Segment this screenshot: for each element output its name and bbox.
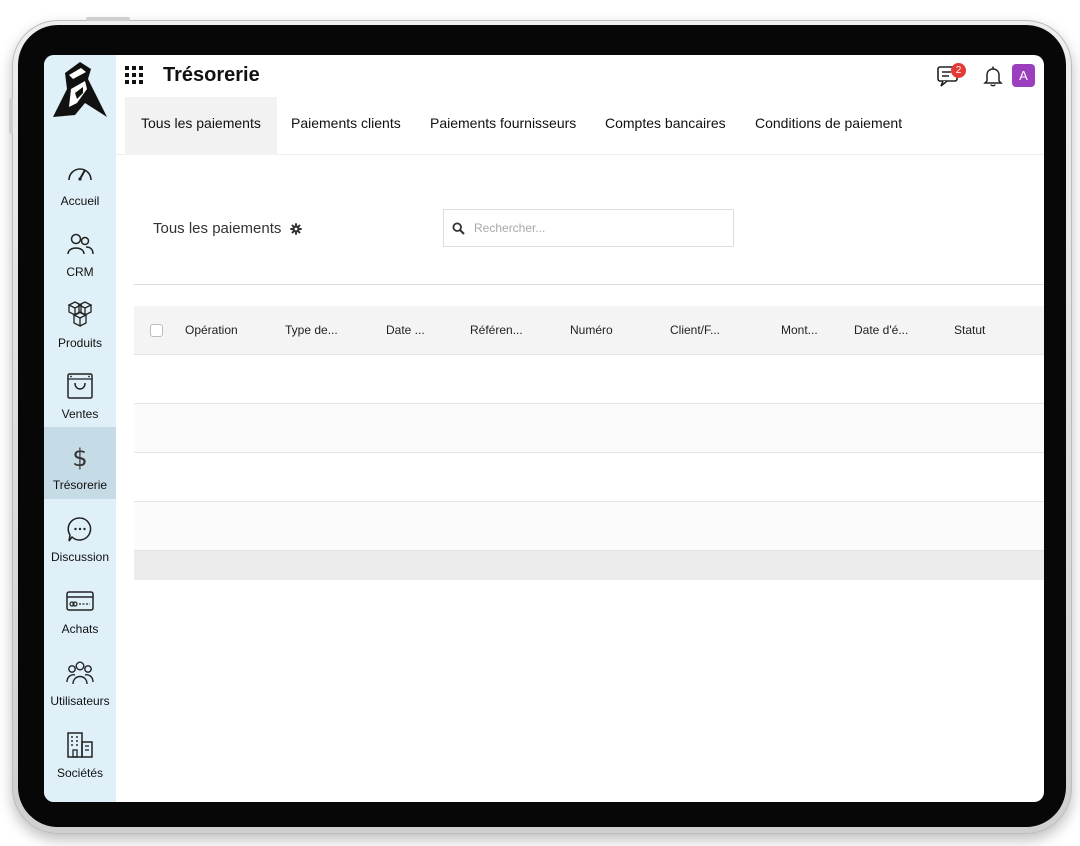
tab-conditions-de-paiement[interactable]: Conditions de paiement: [739, 97, 918, 155]
search-icon: [452, 222, 465, 235]
device-button: [9, 98, 13, 134]
sidebar-item-label: Achats: [61, 622, 99, 636]
column-header-montant[interactable]: Mont...: [781, 306, 818, 355]
apps-grid-icon[interactable]: [124, 65, 144, 85]
page-title: Trésorerie: [163, 64, 260, 86]
building-icon: [67, 732, 93, 758]
sidebar-item-label: Accueil: [60, 194, 100, 208]
tab-bar: Tous les paiements Paiements clients Pai…: [116, 97, 1044, 155]
chat-bubble-icon: [67, 517, 92, 542]
sidebar-item-ventes[interactable]: Ventes: [44, 356, 116, 428]
app-logo[interactable]: [44, 59, 116, 123]
boxes-icon: [67, 301, 93, 328]
user-group-icon: [66, 661, 94, 685]
sidebar-item-label: Utilisateurs: [50, 694, 110, 708]
sidebar-item-label: Ventes: [61, 407, 99, 421]
table-header: Opération Type de... Date ... Référen...…: [134, 306, 1044, 355]
sidebar-item-crm[interactable]: CRM: [44, 214, 116, 286]
svg-text:$: $: [72, 444, 87, 472]
top-bar: Trésorerie 2 A: [116, 55, 1044, 97]
sidebar-item-accueil[interactable]: Accueil: [44, 143, 116, 215]
gear-icon[interactable]: [290, 223, 302, 235]
column-header-date-echeance[interactable]: Date d'é...: [854, 306, 908, 355]
tab-paiements-fournisseurs[interactable]: Paiements fournisseurs: [414, 97, 592, 155]
tab-paiements-clients[interactable]: Paiements clients: [275, 97, 417, 155]
sidebar-item-tresorerie[interactable]: $ Trésorerie: [44, 427, 116, 499]
view-title: Tous les paiements: [153, 220, 282, 237]
shopping-bag-icon: [67, 373, 93, 399]
sidebar-item-societes[interactable]: Sociétés: [44, 715, 116, 787]
tab-comptes-bancaires[interactable]: Comptes bancaires: [589, 97, 742, 155]
sidebar-item-label: Trésorerie: [52, 478, 108, 492]
sidebar-item-produits[interactable]: Produits: [44, 285, 116, 357]
sidebar: Accueil CRM Produits Ventes $ Trésorerie…: [44, 55, 116, 802]
sidebar-item-label: Discussion: [50, 550, 110, 564]
column-header-date[interactable]: Date ...: [386, 306, 425, 355]
eagle-logo-icon: [53, 62, 107, 117]
select-all-checkbox[interactable]: [150, 324, 163, 337]
sidebar-item-discussion[interactable]: Discussion: [44, 499, 116, 571]
column-header-statut[interactable]: Statut: [954, 306, 985, 355]
tab-tous-les-paiements[interactable]: Tous les paiements: [125, 97, 277, 155]
sidebar-item-utilisateurs[interactable]: Utilisateurs: [44, 643, 116, 715]
column-header-type[interactable]: Type de...: [285, 306, 338, 355]
tablet-bezel: Accueil CRM Produits Ventes $ Trésorerie…: [18, 25, 1066, 827]
notification-badge: 2: [951, 63, 966, 78]
table-row: [134, 355, 1044, 404]
sidebar-item-label: CRM: [66, 265, 94, 279]
speedometer-icon: [68, 168, 92, 181]
dollar-icon: $: [72, 444, 87, 472]
payments-table: Opération Type de... Date ... Référen...…: [134, 306, 1044, 580]
divider: [134, 284, 1044, 285]
sidebar-item-achats[interactable]: Achats: [44, 571, 116, 643]
search-input[interactable]: [474, 218, 724, 238]
table-row: [134, 404, 1044, 453]
search-box: [443, 209, 734, 247]
screen: Accueil CRM Produits Ventes $ Trésorerie…: [44, 55, 1044, 802]
device-button: [86, 17, 130, 21]
column-header-client[interactable]: Client/F...: [670, 306, 720, 355]
sidebar-item-label: Produits: [57, 336, 103, 350]
table-footer: [134, 551, 1044, 580]
column-header-reference[interactable]: Référen...: [470, 306, 523, 355]
sidebar-item-label: Sociétés: [56, 766, 104, 780]
column-header-numero[interactable]: Numéro: [570, 306, 613, 355]
users-icon: [67, 233, 94, 255]
table-row: [134, 502, 1044, 551]
avatar[interactable]: A: [1012, 64, 1035, 87]
table-row: [134, 453, 1044, 502]
column-header-operation[interactable]: Opération: [185, 306, 238, 355]
credit-card-icon: [66, 591, 94, 611]
tablet-frame: Accueil CRM Produits Ventes $ Trésorerie…: [9, 17, 1072, 834]
bell-icon[interactable]: [982, 65, 1004, 87]
